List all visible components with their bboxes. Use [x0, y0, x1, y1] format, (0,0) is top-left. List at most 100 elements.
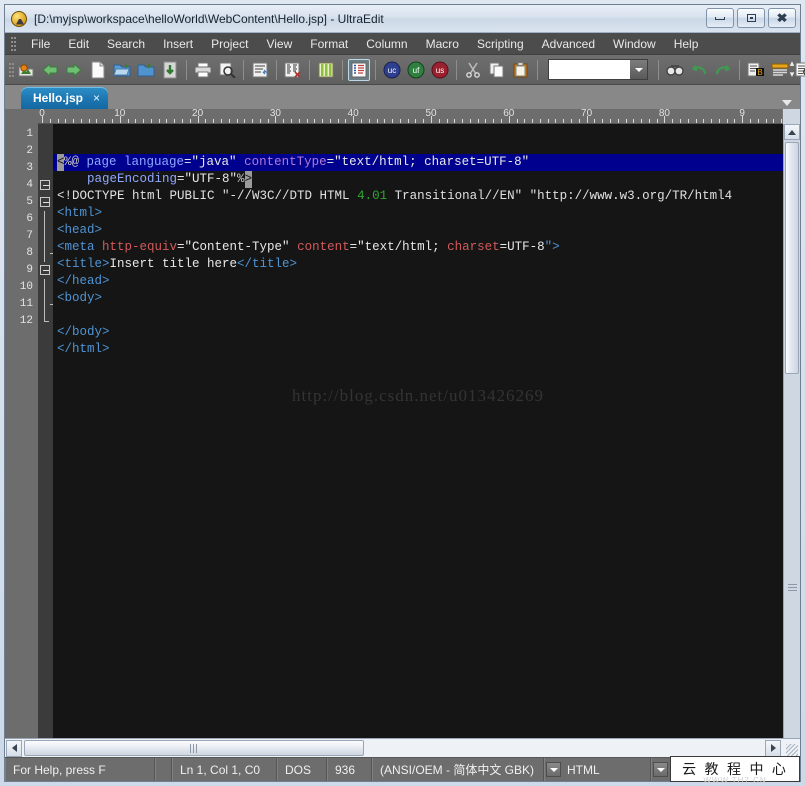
paste-icon[interactable]	[510, 59, 532, 81]
fold-marker[interactable]	[38, 211, 53, 228]
menu-edit[interactable]: Edit	[59, 35, 98, 53]
undo-icon[interactable]	[688, 59, 710, 81]
code-line[interactable]: </head>	[53, 273, 783, 290]
uf-icon[interactable]: uf	[405, 59, 427, 81]
print-icon[interactable]	[192, 59, 214, 81]
menu-window[interactable]: Window	[604, 35, 665, 53]
fold-marker[interactable]	[38, 177, 53, 194]
code-line[interactable]: pageEncoding="UTF-8"%>	[53, 171, 783, 188]
code-line[interactable]: <head>	[53, 222, 783, 239]
code-line[interactable]: </body>	[53, 324, 783, 341]
status-line-ending[interactable]: DOS	[277, 758, 327, 781]
menu-advanced[interactable]: Advanced	[533, 35, 604, 53]
scroll-right-button[interactable]	[765, 739, 781, 757]
menu-search[interactable]: Search	[98, 35, 154, 53]
minimize-button[interactable]	[706, 8, 734, 28]
new-file-icon[interactable]	[87, 59, 109, 81]
forward-arrow-icon[interactable]	[63, 59, 85, 81]
tab-hello-jsp[interactable]: Hello.jsp ×	[21, 87, 109, 109]
minimize-icon	[715, 16, 725, 20]
ruler-tick	[547, 119, 549, 123]
syntax-chevron-down-icon[interactable]	[546, 762, 561, 777]
find-combo-input[interactable]	[549, 61, 627, 78]
open-file-icon[interactable]	[111, 59, 133, 81]
maximize-button[interactable]	[737, 8, 765, 28]
menu-column[interactable]: Column	[357, 35, 416, 53]
code-line[interactable]: <body>	[53, 290, 783, 307]
open-folder-icon[interactable]	[135, 59, 157, 81]
fold-collapse-icon[interactable]	[40, 180, 50, 190]
ruler-tick	[462, 119, 464, 123]
fold-marker[interactable]	[38, 194, 53, 211]
menu-scripting[interactable]: Scripting	[468, 35, 533, 53]
fold-marker[interactable]	[38, 126, 53, 143]
code-line[interactable]	[53, 307, 783, 324]
tab-close-icon[interactable]: ×	[93, 91, 100, 105]
fold-marker[interactable]	[38, 296, 55, 313]
vertical-scrollbar[interactable]	[783, 124, 800, 738]
code-line[interactable]: <html>	[53, 205, 783, 222]
fold-marker[interactable]	[38, 143, 53, 160]
column-mode-icon[interactable]	[315, 59, 337, 81]
code-folding-gutter[interactable]	[38, 124, 55, 738]
status-cursor-position[interactable]: Ln 1, Col 1, C0	[172, 758, 277, 781]
cut-icon[interactable]	[462, 59, 484, 81]
toolbar-overflow-button[interactable]: ▴ ▾	[786, 58, 798, 82]
code-line[interactable]: <title>Insert title here</title>	[53, 256, 783, 273]
status-syntax-selector[interactable]: HTML	[544, 758, 651, 781]
status-encoding[interactable]: (ANSI/OEM - 简体中文 GBK)	[372, 758, 544, 781]
back-arrow-icon[interactable]	[39, 59, 61, 81]
menu-format[interactable]: Format	[301, 35, 357, 53]
code-line[interactable]: <!DOCTYPE html PUBLIC "-//W3C//DTD HTML …	[53, 188, 783, 205]
ruler-tick	[524, 119, 526, 123]
modified-chevron-down-icon[interactable]	[653, 762, 668, 777]
hex-edit-icon[interactable]	[282, 59, 304, 81]
ruler-tick	[477, 119, 479, 123]
print-preview-icon[interactable]	[216, 59, 238, 81]
close-button[interactable]: ✖	[768, 8, 796, 28]
menu-drag-grip[interactable]	[11, 36, 17, 52]
menu-project[interactable]: Project	[202, 35, 257, 53]
code-editor[interactable]: <%@ page language="java" contentType="te…	[53, 124, 783, 738]
menu-view[interactable]: View	[257, 35, 301, 53]
ruler-tick	[781, 119, 782, 123]
save-file-icon[interactable]	[159, 59, 181, 81]
horizontal-scrollbar[interactable]	[5, 738, 800, 757]
redo-icon[interactable]	[712, 59, 734, 81]
menu-file[interactable]: File	[22, 35, 59, 53]
horizontal-scrollbar-thumb[interactable]	[24, 740, 364, 756]
word-wrap-icon[interactable]	[249, 59, 271, 81]
resize-grip-icon[interactable]	[786, 744, 798, 756]
vertical-scrollbar-thumb[interactable]	[785, 142, 799, 374]
us-icon[interactable]: us	[429, 59, 451, 81]
code-line[interactable]: <meta http-equiv="Content-Type" content=…	[53, 239, 783, 256]
code-line[interactable]: <%@ page language="java" contentType="te…	[53, 154, 783, 171]
ruler-tick	[469, 119, 471, 123]
menu-insert[interactable]: Insert	[154, 35, 202, 53]
code-line[interactable]: </html>	[53, 341, 783, 358]
fold-marker[interactable]	[38, 313, 53, 330]
find-combo-dropdown-button[interactable]	[630, 60, 647, 79]
bookmark-icon[interactable]: B	[745, 59, 767, 81]
scroll-up-button[interactable]	[784, 124, 800, 140]
find-icon[interactable]	[664, 59, 686, 81]
ruler-tick	[376, 119, 378, 123]
tab-overflow-chevron-down-icon[interactable]	[782, 100, 792, 106]
fold-marker[interactable]	[38, 245, 55, 262]
line-numbers-icon[interactable]	[348, 58, 370, 81]
fold-marker[interactable]	[38, 228, 53, 245]
ruler-tick	[633, 119, 635, 123]
fold-marker[interactable]	[38, 160, 53, 177]
menu-macro[interactable]: Macro	[417, 35, 468, 53]
menu-help[interactable]: Help	[665, 35, 708, 53]
find-combo[interactable]	[548, 59, 648, 80]
fold-marker[interactable]	[38, 262, 53, 279]
new-project-icon[interactable]	[15, 59, 37, 81]
status-codepage[interactable]: 936	[327, 758, 372, 781]
uc-icon[interactable]: uc	[381, 59, 403, 81]
copy-icon[interactable]	[486, 59, 508, 81]
fold-collapse-icon[interactable]	[40, 265, 50, 275]
scroll-left-button[interactable]	[6, 739, 22, 757]
fold-collapse-icon[interactable]	[40, 197, 50, 207]
fold-marker[interactable]	[38, 279, 53, 296]
